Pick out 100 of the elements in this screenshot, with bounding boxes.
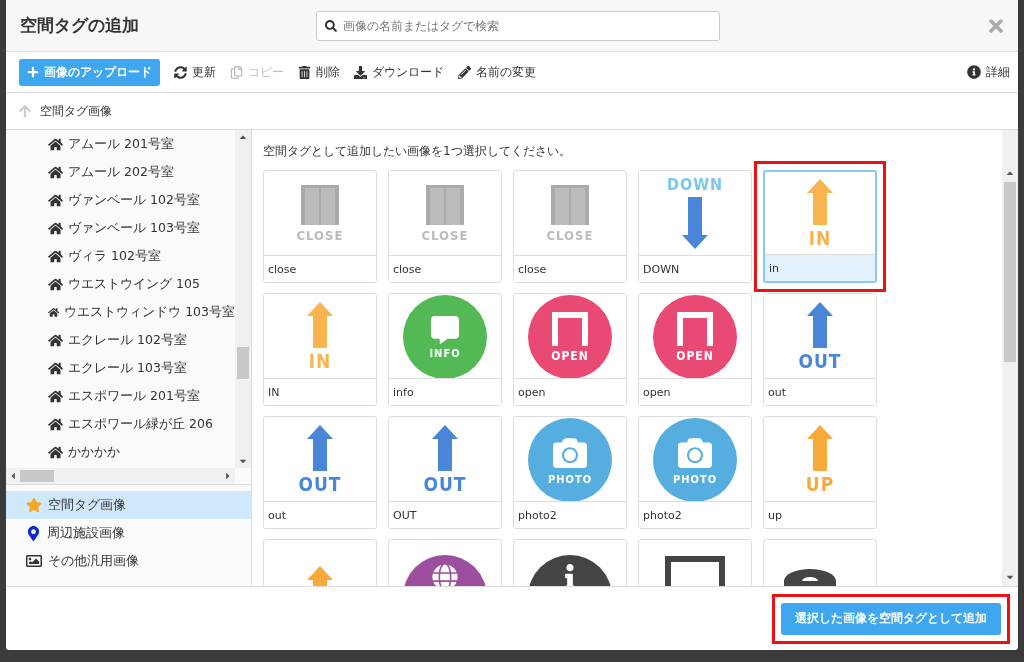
folder-item[interactable]: エスポワール 201号室 xyxy=(6,382,235,410)
door-frame-icon xyxy=(677,312,713,346)
map-pin-icon xyxy=(26,525,41,541)
thumbnail-text: DOWN xyxy=(666,177,724,193)
door-frame-icon xyxy=(552,312,588,346)
image-tile[interactable]: UP up xyxy=(763,416,877,529)
folder-item[interactable]: ウエストウイング 105 xyxy=(6,270,235,298)
folder-item[interactable]: かかかか xyxy=(6,438,235,466)
scroll-thumb[interactable] xyxy=(1004,182,1016,362)
speech-bubble-icon xyxy=(431,315,459,344)
up-arrow-icon xyxy=(18,104,32,118)
house-icon xyxy=(48,248,63,264)
image-tile[interactable]: PHOTO photo2 xyxy=(638,416,752,529)
plus-icon xyxy=(27,66,39,78)
thumbnail-text: IN xyxy=(808,228,832,248)
search-icon xyxy=(325,19,337,32)
thumbnail-text: IN xyxy=(308,351,332,371)
camera-icon xyxy=(553,435,587,470)
image-tile[interactable]: INFO info xyxy=(388,293,502,406)
image-icon xyxy=(26,553,42,569)
image-name: open xyxy=(639,378,751,405)
image-name: out xyxy=(764,378,876,405)
globe-icon xyxy=(432,563,458,586)
thumbnail-text: OPEN xyxy=(676,350,714,362)
image-name: photo2 xyxy=(639,501,751,528)
folder-item[interactable]: ウエストウィンドウ 103号室 xyxy=(6,298,235,326)
camera-icon xyxy=(678,435,712,470)
star-icon xyxy=(26,497,42,513)
folder-item[interactable]: アムール 201号室 xyxy=(6,130,235,158)
copy-icon xyxy=(230,65,243,79)
house-icon xyxy=(48,164,63,180)
search-field[interactable]: 画像の名前またはタグで検索 xyxy=(316,10,720,41)
image-tile[interactable]: IN in xyxy=(763,170,877,283)
folder-item[interactable]: アムール 202号室 xyxy=(6,158,235,186)
folder-item[interactable]: ヴァンベール 103号室 xyxy=(6,214,235,242)
image-name: IN xyxy=(264,378,376,405)
rename-button[interactable]: 名前の変更 xyxy=(458,63,536,81)
thumbnail-text: OUT xyxy=(798,351,842,371)
thumbnail-text: OUT xyxy=(298,474,342,494)
vertical-scrollbar[interactable] xyxy=(235,130,251,468)
image-tile[interactable]: OUT out xyxy=(763,293,877,406)
image-tile[interactable]: DOWN DOWN xyxy=(638,170,752,283)
trash-icon xyxy=(298,65,311,79)
category-item[interactable]: その他汎用画像 xyxy=(6,547,251,575)
dialog-title: 空間タグの追加 xyxy=(20,14,140,37)
thumbnail-text: CLOSE xyxy=(546,228,594,242)
breadcrumb: 空間タグ画像 xyxy=(40,102,112,120)
door-icon xyxy=(301,184,339,225)
download-button[interactable]: ダウンロード xyxy=(354,63,444,81)
info-icon xyxy=(967,65,981,79)
delete-button[interactable]: 削除 xyxy=(298,63,340,81)
image-name: DOWN xyxy=(639,255,751,282)
house-icon xyxy=(48,444,63,460)
image-name: close xyxy=(514,255,626,282)
instruction-text: 空間タグとして追加したい画像を1つ選択してください。 xyxy=(263,143,572,160)
house-icon xyxy=(48,332,63,348)
thumbnail-text: CLOSE xyxy=(421,228,469,242)
pencil-icon xyxy=(458,65,471,79)
folder-item[interactable]: エクレール 103号室 xyxy=(6,354,235,382)
folder-item[interactable]: ヴァンベール 102号室 xyxy=(6,186,235,214)
thumbnail-text: OPEN xyxy=(551,350,589,362)
image-tile[interactable]: CLOSE close xyxy=(388,170,502,283)
image-tile[interactable]: IN IN xyxy=(263,293,377,406)
image-name: up xyxy=(764,501,876,528)
folder-item[interactable]: エスポワール緑が丘 206 xyxy=(6,410,235,438)
house-icon xyxy=(48,416,63,432)
thumbnail-text: PHOTO xyxy=(672,473,718,485)
image-name: close xyxy=(389,255,501,282)
house-icon xyxy=(48,192,63,208)
image-name: in xyxy=(765,254,875,281)
image-tile[interactable]: CLOSE close xyxy=(263,170,377,283)
image-tile[interactable]: CLOSE close xyxy=(513,170,627,283)
thumbnail-text: OUT xyxy=(423,474,467,494)
image-tile[interactable]: OPEN open xyxy=(638,293,752,406)
thumbnail-text: INFO xyxy=(429,347,461,359)
folder-item[interactable]: ヴィラ 102号室 xyxy=(6,242,235,270)
image-name: close xyxy=(264,255,376,282)
vertical-scrollbar[interactable] xyxy=(1002,130,1018,586)
thumbnail-text: PHOTO xyxy=(547,473,593,485)
refresh-button[interactable]: 更新 xyxy=(174,63,216,81)
door-icon xyxy=(551,184,589,225)
category-item[interactable]: 周辺施設画像 xyxy=(6,519,251,547)
horizontal-scrollbar[interactable] xyxy=(6,468,235,484)
refresh-icon xyxy=(174,65,187,79)
image-name: photo2 xyxy=(514,501,626,528)
house-icon xyxy=(48,220,63,236)
image-name: OUT xyxy=(389,501,501,528)
image-tile[interactable]: OUT OUT xyxy=(388,416,502,529)
scroll-thumb[interactable] xyxy=(237,347,249,379)
house-icon xyxy=(48,360,63,376)
house-icon xyxy=(48,276,63,292)
details-button[interactable]: 詳細 xyxy=(967,63,1010,81)
image-tile[interactable]: OUT out xyxy=(263,416,377,529)
image-name: open xyxy=(514,378,626,405)
scroll-thumb[interactable] xyxy=(20,470,54,482)
folder-item[interactable]: エクレール 102号室 xyxy=(6,326,235,354)
image-tile[interactable]: OPEN open xyxy=(513,293,627,406)
category-item[interactable]: 空間タグ画像 xyxy=(6,491,251,519)
house-icon xyxy=(48,136,63,152)
image-tile[interactable]: PHOTO photo2 xyxy=(513,416,627,529)
